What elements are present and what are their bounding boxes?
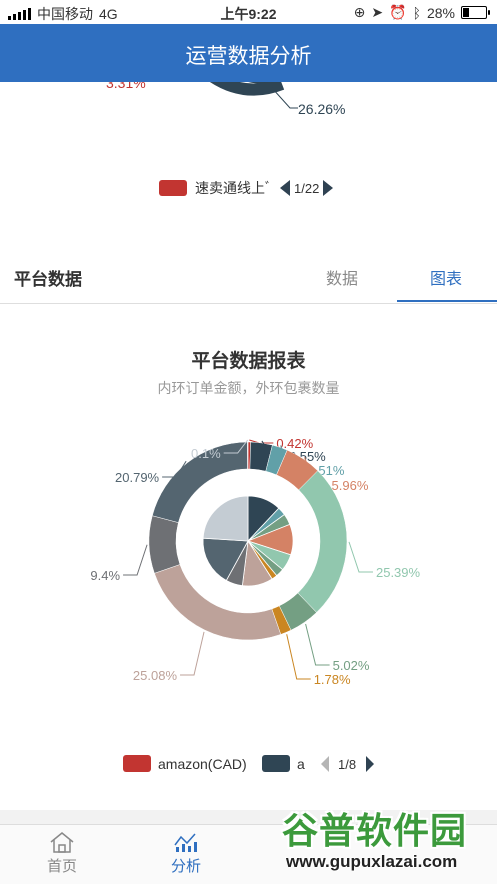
slice-percent-label: 5.02% — [333, 658, 370, 673]
watermark-url: www.gupuxlazai.com — [286, 852, 458, 871]
alarm-icon: ⏰ — [389, 4, 407, 20]
battery-percent: 28% — [426, 4, 455, 21]
outer-slice — [148, 515, 181, 574]
previous-legend-label[interactable]: 速卖通线上ﾞ — [195, 178, 272, 198]
previous-legend: 速卖通线上ﾞ 1/22 — [159, 178, 334, 198]
lock-rotation-icon: ⊕ — [353, 4, 366, 20]
label-leader-line — [305, 623, 330, 666]
watermark-title: 谷普软件园 — [282, 811, 468, 852]
previous-pager-text: 1/22 — [294, 180, 320, 196]
tabbar-analysis-label: 分析 — [170, 858, 201, 875]
legend-next-page-icon — [366, 756, 374, 772]
slice-percent-label: 20.79% — [115, 470, 160, 485]
slice-percent-label: 9.4% — [90, 568, 120, 583]
app-header: 运营数据分析 — [0, 24, 497, 82]
chart-title: 平台数据报表 — [191, 351, 306, 372]
legend-label: amazon(CAD) — [158, 756, 247, 772]
location-icon: ➤ — [371, 4, 384, 20]
label-leader-line — [123, 544, 148, 576]
legend-pager-text: 1/8 — [338, 757, 356, 772]
bluetooth-icon: ᛒ — [412, 4, 421, 21]
next-page-button[interactable] — [323, 180, 334, 196]
status-right: ⊕ ➤ ⏰ ᛒ 28% — [353, 4, 490, 21]
previous-legend-color[interactable] — [159, 180, 187, 196]
previous-page-button[interactable] — [280, 180, 290, 196]
legend-color-chip — [123, 755, 151, 772]
previous-chart-partial-label: 3.31% — [106, 82, 146, 91]
tabbar-item-analysis[interactable]: 分析 — [146, 831, 226, 876]
tabbar-item-home[interactable]: 首页 — [22, 831, 102, 876]
analytics-icon — [174, 833, 197, 852]
label-leader-line — [180, 631, 205, 676]
home-icon — [50, 832, 74, 853]
label-leader-line — [348, 541, 373, 573]
previous-legend-pager: 1/22 — [280, 180, 334, 196]
legend-prev-page-icon — [321, 756, 329, 772]
previous-chart: 26.26% 3.31% 速卖通线上ﾞ 1/22 — [0, 82, 497, 240]
platform-data-section-header: 平台数据 数据 图表 — [0, 245, 497, 304]
previous-chart-graphic: 26.26% 3.31% — [106, 82, 345, 117]
slice-percent-label: 1.78% — [314, 672, 351, 687]
label-leader-line — [286, 634, 311, 680]
tab-chart[interactable]: 图表 — [430, 265, 462, 289]
legend-label: a — [297, 756, 305, 772]
outer-slice — [247, 441, 249, 470]
legend-color-chip — [262, 755, 290, 772]
slice-percent-label: 25.39% — [376, 565, 421, 580]
active-tab-indicator — [397, 300, 497, 302]
tabbar-home-label: 首页 — [46, 858, 77, 875]
platform-donut-chart: 0.42%3.55%2.51%5.96%25.39%5.02%1.78%25.0… — [90, 436, 421, 772]
previous-chart-label: 26.26% — [298, 101, 345, 117]
slice-percent-label: 25.08% — [133, 668, 178, 683]
status-bar: 中国移动 4G 上午9:22 ⊕ ➤ ⏰ ᛒ 28% — [0, 0, 497, 24]
tab-data[interactable]: 数据 — [326, 265, 358, 289]
inner-slice — [202, 495, 249, 542]
slice-percent-label: 5.96% — [332, 478, 369, 493]
previous-chart-arc — [210, 82, 285, 96]
watermark: 谷普软件园 www.gupuxlazai.com — [272, 800, 497, 883]
chart-subtitle: 内环订单金额，外环包裹数量 — [157, 380, 340, 396]
section-title: 平台数据 — [14, 270, 82, 289]
slice-percent-label: 0.1% — [191, 446, 221, 461]
battery-icon — [461, 6, 490, 19]
page-title: 运营数据分析 — [185, 45, 312, 68]
